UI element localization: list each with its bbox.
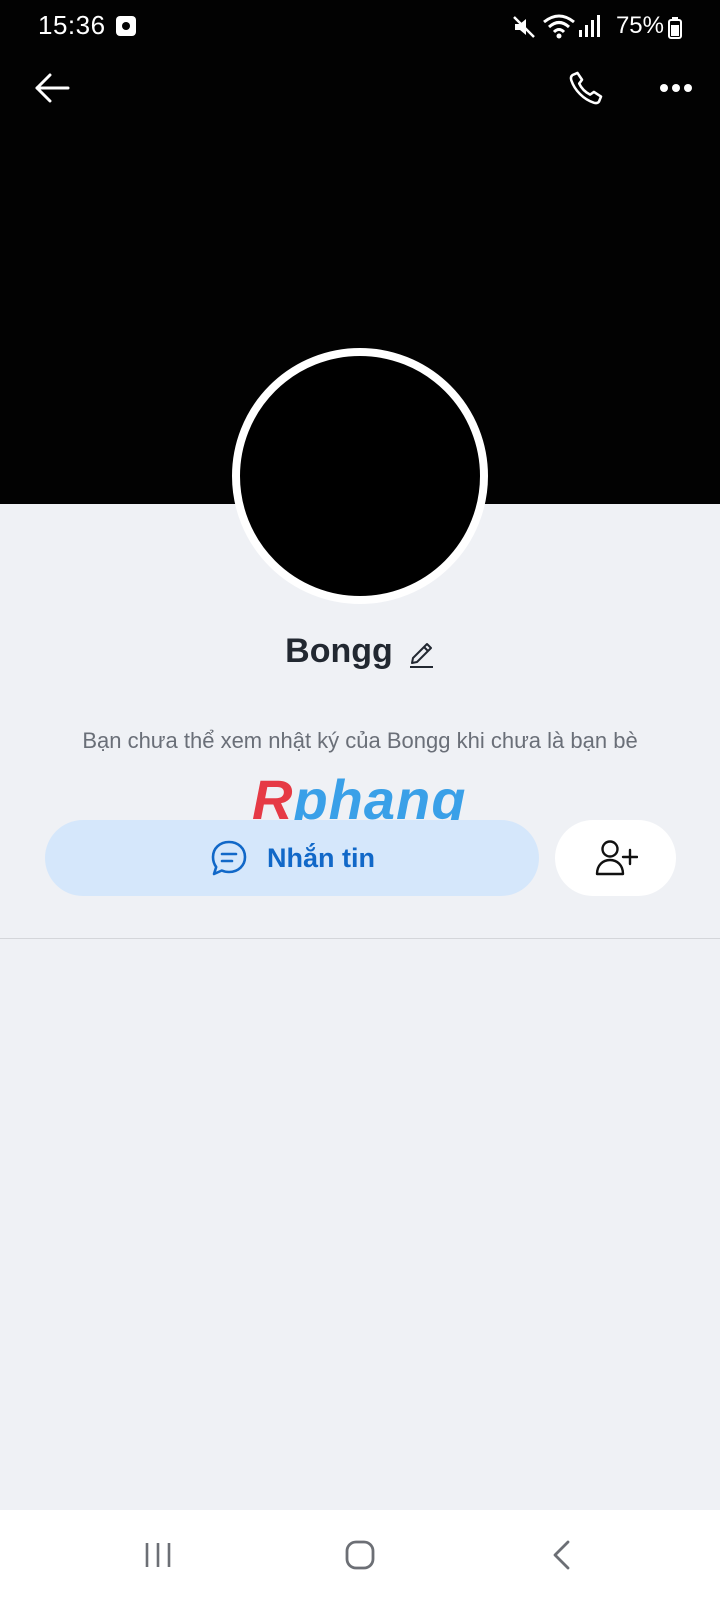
profile-name-row: Bongg <box>0 632 720 671</box>
home-icon <box>345 1540 375 1570</box>
add-user-icon <box>595 840 638 876</box>
signal-icon <box>579 15 600 37</box>
wifi-icon <box>543 14 575 39</box>
arrow-left-icon <box>35 73 70 103</box>
recent-apps-button[interactable] <box>126 1528 190 1582</box>
pencil-icon[interactable] <box>407 636 435 668</box>
call-button[interactable] <box>560 64 612 112</box>
profile-name: Bongg <box>285 632 393 670</box>
top-navigation <box>0 60 720 124</box>
message-button[interactable]: Nhắn tin <box>45 820 539 896</box>
profile-avatar[interactable] <box>232 348 488 604</box>
battery-level: 75% <box>615 12 664 39</box>
system-back-button[interactable] <box>530 1528 594 1582</box>
more-horizontal-icon <box>660 84 692 92</box>
chat-bubble-icon <box>211 840 247 876</box>
back-icon <box>553 1540 570 1570</box>
notification-icon <box>116 16 136 36</box>
status-time: 15:36 <box>38 10 106 40</box>
message-button-label: Nhắn tin <box>267 842 375 873</box>
home-button[interactable] <box>328 1528 392 1582</box>
status-bar: 15:36 75% <box>0 0 720 52</box>
back-button[interactable] <box>28 64 76 112</box>
privacy-note: Bạn chưa thể xem nhật ký của Bongg khi c… <box>82 728 638 753</box>
recent-apps-icon <box>145 1543 171 1567</box>
system-navigation-bar <box>0 1510 720 1600</box>
more-button[interactable] <box>650 64 702 112</box>
mute-icon <box>513 16 535 38</box>
battery-icon <box>668 17 682 39</box>
section-divider <box>0 938 720 939</box>
phone-icon <box>569 71 603 105</box>
add-friend-button[interactable] <box>555 820 676 896</box>
